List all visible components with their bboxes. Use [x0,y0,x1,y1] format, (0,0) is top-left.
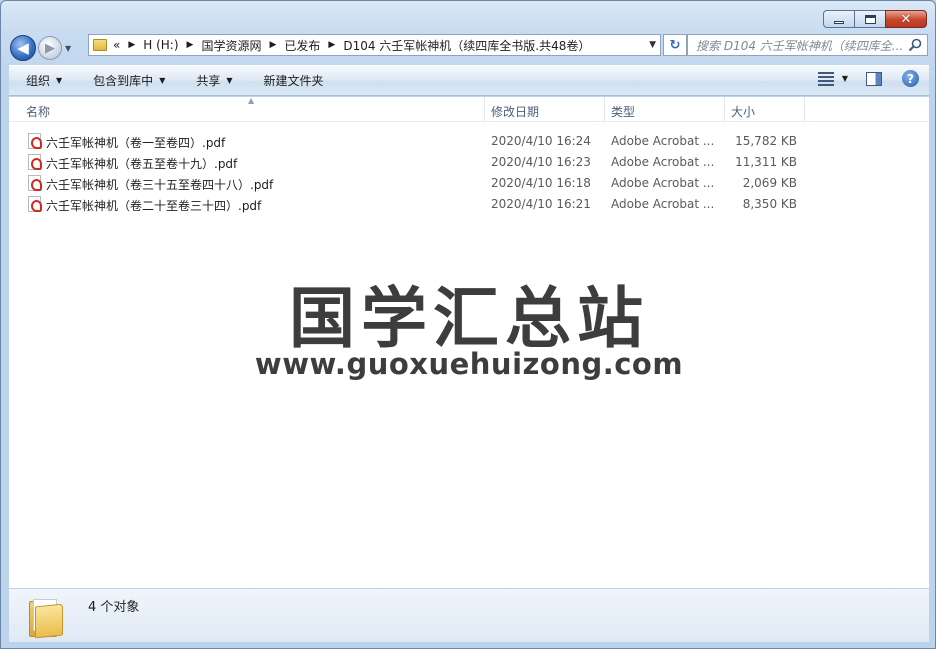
file-date: 2020/4/10 16:18 [491,176,591,190]
minimize-button[interactable] [823,10,855,28]
breadcrumb-drive[interactable]: H (H:) [143,38,178,52]
file-row[interactable]: 六壬军帐神机（卷二十至卷三十四）.pdf 2020/4/10 16:21 Ado… [9,194,929,215]
watermark-url: www.guoxuehuizong.com [254,347,684,381]
pdf-icon [28,133,42,149]
view-icon[interactable] [817,71,834,86]
minimize-icon [834,20,844,24]
chevron-down-icon: ▼ [226,76,233,85]
file-date: 2020/4/10 16:24 [491,134,591,148]
file-date: 2020/4/10 16:23 [491,155,591,169]
folder-icon [93,39,107,51]
view-dropdown-icon[interactable]: ▼ [842,74,848,83]
address-bar[interactable]: « ▶ H (H:) ▶ 国学资源网 ▶ 已发布 ▶ D104 六壬军帐神机（续… [88,34,661,56]
search-icon[interactable] [908,38,922,52]
back-button[interactable]: ◀ [10,35,36,61]
forward-arrow-icon: ▶ [45,40,55,56]
file-type: Adobe Acrobat ... [611,176,715,190]
file-size: 15,782 KB [735,134,797,148]
file-type: Adobe Acrobat ... [611,197,715,211]
file-row[interactable]: 六壬军帐神机（卷五至卷十九）.pdf 2020/4/10 16:23 Adobe… [9,152,929,173]
include-in-library-menu[interactable]: 包含到库中 ▼ [93,72,165,89]
details-pane: 4 个对象 [9,588,929,642]
file-name: 六壬军帐神机（卷二十至卷三十四）.pdf [46,199,262,213]
back-arrow-icon: ◀ [17,39,29,57]
breadcrumb-separator-icon[interactable]: ▶ [328,40,335,50]
sort-indicator-icon: ▲ [248,96,255,105]
maximize-icon [864,14,876,24]
preview-pane-icon[interactable] [866,71,882,86]
file-row[interactable]: 六壬军帐神机（卷三十五至卷四十八）.pdf 2020/4/10 16:18 Ad… [9,173,929,194]
close-button[interactable]: ✕ [885,10,927,28]
file-size: 2,069 KB [742,176,797,190]
file-name: 六壬军帐神机（卷一至卷四）.pdf [46,136,226,150]
file-row[interactable]: 六壬军帐神机（卷一至卷四）.pdf 2020/4/10 16:24 Adobe … [9,131,929,152]
caption-buttons: ✕ [823,10,927,28]
include-in-library-label: 包含到库中 [93,74,154,88]
file-date: 2020/4/10 16:21 [491,197,591,211]
column-divider[interactable] [484,97,485,122]
command-bar: 组织 ▼ 包含到库中 ▼ 共享 ▼ 新建文件夹 ▼ ? [9,65,929,96]
column-header-date[interactable]: 修改日期 [491,103,539,120]
chevron-down-icon: ▼ [159,76,166,85]
column-divider[interactable] [604,97,605,122]
toolbar-right: ▼ ? [817,70,919,87]
pdf-icon [28,175,42,191]
chevron-down-icon: ▼ [56,76,63,85]
new-folder-label: 新建文件夹 [263,74,324,88]
share-menu[interactable]: 共享 ▼ [196,72,232,89]
search-box[interactable]: 搜索 D104 六壬军帐神机（续四库全... [687,34,928,56]
organize-label: 组织 [26,74,51,88]
refresh-button[interactable]: ↻ [663,34,687,56]
breadcrumb-current[interactable]: D104 六壬军帐神机（续四库全书版.共48卷） [343,37,590,54]
help-icon[interactable]: ? [902,70,919,87]
navigation-bar: ◀ ▶ ▼ « ▶ H (H:) ▶ 国学资源网 ▶ 已发布 ▶ D104 六壬… [10,34,928,62]
close-icon: ✕ [900,11,912,27]
item-count: 4 个对象 [88,600,140,615]
column-header-name[interactable]: 名称 [26,103,50,120]
folder-icon [29,597,65,639]
breadcrumb-folder[interactable]: 国学资源网 [201,37,261,54]
file-list[interactable]: ▲ 名称 修改日期 类型 大小 六壬军帐神机（卷一至卷四）.pdf 2020/4… [9,96,929,588]
breadcrumb-separator-icon[interactable]: ▶ [269,40,276,50]
pdf-icon [28,196,42,212]
file-size: 11,311 KB [735,155,797,169]
organize-menu[interactable]: 组织 ▼ [26,72,62,89]
file-size: 8,350 KB [742,197,797,211]
refresh-icon: ↻ [669,37,681,53]
column-divider[interactable] [804,97,805,122]
explorer-window: ✕ ◀ ▶ ▼ « ▶ H (H:) ▶ 国学资源网 ▶ 已发布 ▶ D104 … [0,0,936,649]
file-type: Adobe Acrobat ... [611,155,715,169]
column-divider[interactable] [724,97,725,122]
share-label: 共享 [196,74,221,88]
column-header-size[interactable]: 大小 [731,103,755,120]
file-rows: 六壬军帐神机（卷一至卷四）.pdf 2020/4/10 16:24 Adobe … [9,131,929,215]
search-placeholder: 搜索 D104 六壬军帐神机（续四库全... [696,38,904,53]
breadcrumb-separator-icon[interactable]: ▶ [128,40,135,50]
file-name: 六壬军帐神机（卷三十五至卷四十八）.pdf [46,178,274,192]
maximize-button[interactable] [854,10,886,28]
recent-pages-dropdown[interactable]: ▼ [65,44,75,53]
file-name: 六壬军帐神机（卷五至卷十九）.pdf [46,157,238,171]
breadcrumb-folder[interactable]: 已发布 [284,37,320,54]
forward-button[interactable]: ▶ [38,36,62,60]
column-header-type[interactable]: 类型 [611,103,635,120]
address-dropdown-icon[interactable]: ▼ [649,40,656,50]
pdf-icon [28,154,42,170]
file-type: Adobe Acrobat ... [611,134,715,148]
breadcrumb-separator-icon[interactable]: ▶ [187,40,194,50]
column-headers: ▲ 名称 修改日期 类型 大小 [9,96,929,122]
new-folder-button[interactable]: 新建文件夹 [264,72,324,89]
breadcrumb-overflow[interactable]: « [113,38,120,52]
